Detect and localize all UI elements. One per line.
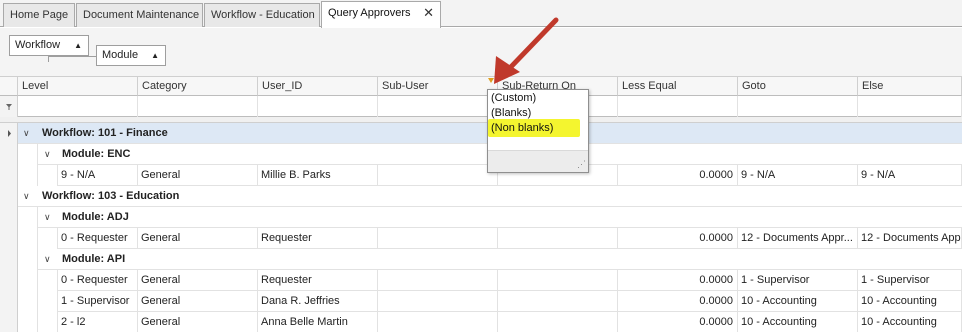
annotation-arrow bbox=[494, 17, 559, 84]
arrow-shaft bbox=[503, 17, 559, 75]
